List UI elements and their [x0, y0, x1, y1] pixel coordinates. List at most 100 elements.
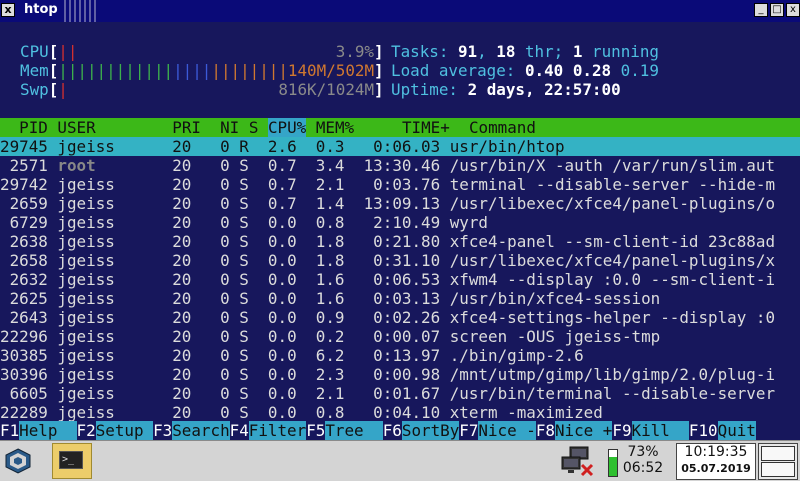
table-row[interactable]: 30385 jgeiss 20 0 S 0.0 6.2 0:13.97 ./bi… — [0, 346, 800, 365]
process-pri: 20 — [143, 346, 192, 365]
col-command[interactable]: Command — [469, 118, 536, 137]
process-time: 0:13.97 — [344, 346, 441, 365]
fkey-label-f3[interactable]: Search — [172, 421, 230, 440]
process-time: 13:09.13 — [344, 194, 441, 213]
terminal-icon: >_ — [59, 451, 83, 469]
workspace-2[interactable] — [761, 462, 795, 477]
process-ni: 0 — [191, 327, 230, 346]
fkey-f5[interactable]: F5 — [306, 421, 325, 440]
process-command: wyrd — [449, 213, 489, 232]
table-row[interactable]: 30396 jgeiss 20 0 S 0.0 2.3 0:00.98 /mnt… — [0, 365, 800, 384]
table-row[interactable]: 2625 jgeiss 20 0 S 0.0 1.6 0:03.13 /usr/… — [0, 289, 800, 308]
process-time: 0:02.26 — [344, 308, 441, 327]
col-pid[interactable]: PID — [0, 118, 57, 137]
fkey-label-f5[interactable]: Tree — [325, 421, 383, 440]
fkey-label-f10[interactable]: Quit — [717, 421, 756, 440]
process-state: S — [229, 213, 249, 232]
terminal-taskbar-button[interactable]: >_ — [52, 443, 92, 479]
table-row[interactable]: 2571 root 20 0 S 0.7 3.4 13:30.46 /usr/b… — [0, 156, 800, 175]
col-user[interactable]: USER — [57, 118, 153, 137]
process-state: S — [229, 403, 249, 422]
table-row[interactable]: 29745 jgeiss 20 0 R 2.6 0.3 0:06.03 usr/… — [0, 137, 800, 156]
process-time: 0:03.13 — [344, 289, 441, 308]
process-command: terminal --disable-server --hide-m — [449, 175, 776, 194]
process-pid: 2658 — [0, 251, 48, 270]
table-row[interactable]: 29742 jgeiss 20 0 S 0.7 2.1 0:03.76 term… — [0, 175, 800, 194]
process-state: S — [229, 346, 249, 365]
fkey-label-f2[interactable]: Setup — [95, 421, 154, 440]
tasks-line: Tasks: 91, 18 thr; 1 running — [391, 42, 659, 61]
workspace-switcher[interactable] — [758, 443, 798, 480]
taskbar: >_ 73% 06:52 10:19:35 05.07.2019 — [0, 440, 800, 481]
maximize-icon[interactable]: □ — [770, 3, 784, 17]
fkey-f8[interactable]: F8 — [536, 421, 555, 440]
table-row[interactable]: 2658 jgeiss 20 0 S 0.0 1.8 0:31.10 /usr/… — [0, 251, 800, 270]
fkey-f2[interactable]: F2 — [77, 421, 96, 440]
fkey-label-f9[interactable]: Kill — [631, 421, 689, 440]
process-mem: 0.2 — [296, 327, 345, 346]
battery-icon[interactable] — [608, 449, 618, 477]
process-mem: 0.3 — [296, 137, 345, 156]
mem-bar-cache: |||||||| — [211, 61, 288, 80]
fkey-label-f6[interactable]: SortBy — [401, 421, 460, 440]
process-pid: 2571 — [0, 156, 48, 175]
process-command: usr/bin/htop — [449, 137, 565, 156]
process-ni: 0 — [191, 137, 230, 156]
battery-status[interactable]: 73% 06:52 — [620, 444, 666, 476]
process-ni: 0 — [191, 213, 230, 232]
fkey-label-f7[interactable]: Nice - — [478, 421, 536, 440]
table-row[interactable]: 6605 jgeiss 20 0 S 0.0 2.1 0:01.67 /usr/… — [0, 384, 800, 403]
col-time[interactable]: TIME+ — [373, 118, 469, 137]
process-state: S — [229, 289, 249, 308]
cpu-label: CPU — [20, 42, 49, 61]
col-ni[interactable]: NI — [220, 118, 249, 137]
process-cpu: 2.6 — [248, 137, 297, 156]
titlebar-grip[interactable] — [64, 0, 96, 22]
fkey-f10[interactable]: F10 — [689, 421, 718, 440]
process-table-header[interactable]: PID USER PRI NI S CPU% MEM% TIME+ Comman… — [0, 118, 800, 137]
window-close-icon[interactable]: x — [1, 3, 15, 17]
running-count: 1 — [572, 42, 583, 61]
process-cpu: 0.7 — [248, 175, 297, 194]
table-row[interactable]: 6729 jgeiss 20 0 S 0.0 0.8 2:10.49 wyrd — [0, 213, 800, 232]
close-icon[interactable]: x — [786, 3, 800, 17]
clock[interactable]: 10:19:35 05.07.2019 — [676, 443, 756, 480]
process-mem: 1.6 — [296, 270, 345, 289]
terminal-area[interactable]: CPU[|| 3.9%] Mem[|||||||||||||||||||||||… — [0, 22, 800, 440]
minimize-icon[interactable]: _ — [754, 3, 768, 17]
process-user: jgeiss — [57, 289, 144, 308]
process-state: R — [229, 137, 249, 156]
menu-cube-icon[interactable] — [4, 447, 32, 475]
fkey-f3[interactable]: F3 — [153, 421, 172, 440]
fkey-f1[interactable]: F1 — [0, 421, 19, 440]
table-row[interactable]: 2659 jgeiss 20 0 S 0.7 1.4 13:09.13 /usr… — [0, 194, 800, 213]
fkey-label-f8[interactable]: Nice + — [554, 421, 613, 440]
process-pri: 20 — [143, 251, 192, 270]
process-time: 0:03.76 — [344, 175, 441, 194]
table-row[interactable]: 2643 jgeiss 20 0 S 0.0 0.9 0:02.26 xfce4… — [0, 308, 800, 327]
fkey-f7[interactable]: F7 — [459, 421, 478, 440]
table-row[interactable]: 22296 jgeiss 20 0 S 0.0 0.2 0:00.07 scre… — [0, 327, 800, 346]
process-mem: 2.1 — [296, 175, 345, 194]
fkey-f4[interactable]: F4 — [230, 421, 249, 440]
col-mem[interactable]: MEM% — [306, 118, 373, 137]
fkey-f6[interactable]: F6 — [383, 421, 402, 440]
cpu-meter: CPU[|| 3.9%] — [20, 42, 384, 61]
fkey-f9[interactable]: F9 — [612, 421, 631, 440]
fkey-label-f4[interactable]: Filter — [248, 421, 307, 440]
window-titlebar[interactable]: x htop _ □ x — [0, 0, 800, 22]
table-row[interactable]: 2632 jgeiss 20 0 S 0.0 1.6 0:06.53 xfwm4… — [0, 270, 800, 289]
col-pri[interactable]: PRI — [153, 118, 220, 137]
fkey-label-f1[interactable]: Help — [19, 421, 77, 440]
col-s[interactable]: S — [249, 118, 268, 137]
process-time: 2:10.49 — [344, 213, 441, 232]
network-disconnected-icon[interactable] — [560, 445, 596, 477]
workspace-1[interactable] — [761, 446, 795, 461]
load-5: 0.28 — [572, 61, 612, 80]
process-state: S — [229, 270, 249, 289]
process-state: S — [229, 175, 249, 194]
table-row[interactable]: 22289 jgeiss 20 0 S 0.0 0.8 0:04.10 xter… — [0, 403, 800, 422]
process-pri: 20 — [143, 270, 192, 289]
col-cpu[interactable]: CPU% — [267, 118, 307, 137]
table-row[interactable]: 2638 jgeiss 20 0 S 0.0 1.8 0:21.80 xfce4… — [0, 232, 800, 251]
